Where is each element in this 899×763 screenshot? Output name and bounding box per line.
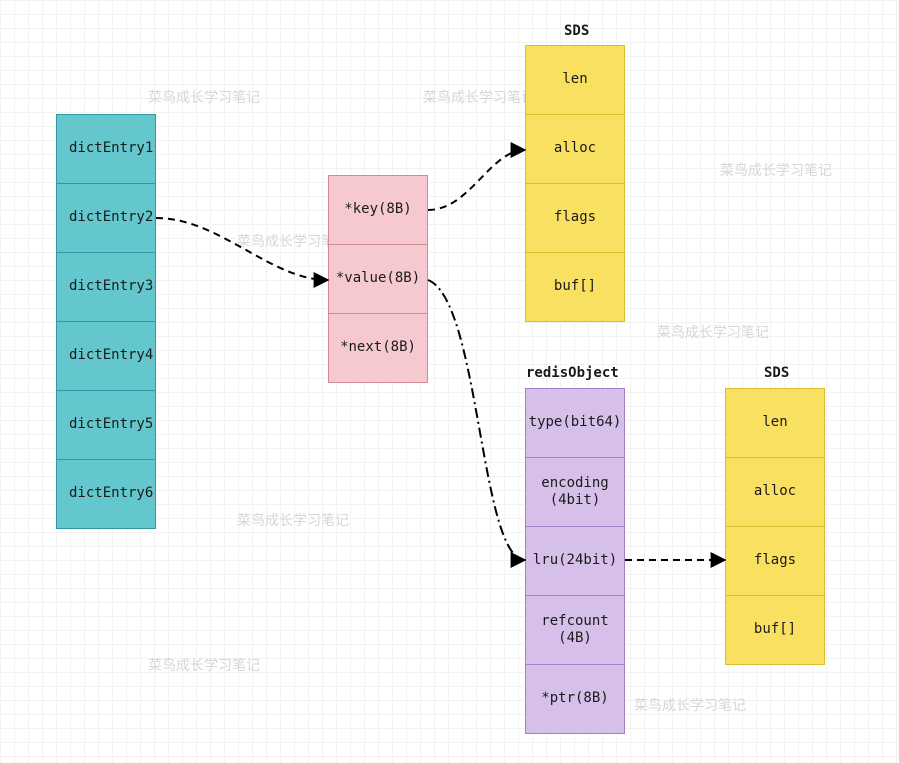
entry-next-cell: *next(8B) <box>328 313 428 383</box>
title-sds-2: SDS <box>764 365 789 381</box>
robj-encoding-cell: encoding (4bit) <box>525 457 625 527</box>
dictentry-cell: dictEntry4 <box>56 321 156 391</box>
title-redisobject: redisObject <box>526 365 619 381</box>
arrow-key-to-sds <box>428 150 525 210</box>
diagram-canvas: 菜鸟成长学习笔记 菜鸟成长学习笔记 菜鸟成长学习笔记 菜鸟成长学习笔记 菜鸟成长… <box>0 0 899 763</box>
robj-refcount-cell: refcount (4B) <box>525 595 625 665</box>
sds-block-1: len alloc flags buf[] <box>525 45 625 322</box>
sds-buf-cell: buf[] <box>525 252 625 322</box>
robj-lru-cell: lru(24bit) <box>525 526 625 596</box>
watermark: 菜鸟成长学习笔记 <box>148 655 260 675</box>
sds2-buf-cell: buf[] <box>725 595 825 665</box>
dictentry-cell: dictEntry5 <box>56 390 156 460</box>
entry-key-cell: *key(8B) <box>328 175 428 245</box>
sds2-flags-cell: flags <box>725 526 825 596</box>
dictentry-cell: dictEntry1 <box>56 114 156 184</box>
title-sds-1: SDS <box>564 23 589 39</box>
entry-fields: *key(8B) *value(8B) *next(8B) <box>328 175 428 383</box>
dictentry-cell: dictEntry3 <box>56 252 156 322</box>
arrow-value-to-redisobject <box>428 280 525 560</box>
sds-alloc-cell: alloc <box>525 114 625 184</box>
watermark: 菜鸟成长学习笔记 <box>634 695 746 715</box>
sds-flags-cell: flags <box>525 183 625 253</box>
robj-type-cell: type(bit64) <box>525 388 625 458</box>
watermark: 菜鸟成长学习笔记 <box>423 87 535 107</box>
dict-entries: dictEntry1 dictEntry2 dictEntry3 dictEnt… <box>56 114 156 529</box>
watermark: 菜鸟成长学习笔记 <box>237 510 349 530</box>
redisobject-block: type(bit64) encoding (4bit) lru(24bit) r… <box>525 388 625 734</box>
robj-ptr-cell: *ptr(8B) <box>525 664 625 734</box>
watermark: 菜鸟成长学习笔记 <box>720 160 832 180</box>
watermark: 菜鸟成长学习笔记 <box>148 87 260 107</box>
watermark: 菜鸟成长学习笔记 <box>657 322 769 342</box>
dictentry-cell: dictEntry6 <box>56 459 156 529</box>
entry-value-cell: *value(8B) <box>328 244 428 314</box>
arrow-dictentry2-to-value <box>156 218 328 280</box>
sds2-len-cell: len <box>725 388 825 458</box>
sds-block-2: len alloc flags buf[] <box>725 388 825 665</box>
sds2-alloc-cell: alloc <box>725 457 825 527</box>
dictentry-cell: dictEntry2 <box>56 183 156 253</box>
sds-len-cell: len <box>525 45 625 115</box>
